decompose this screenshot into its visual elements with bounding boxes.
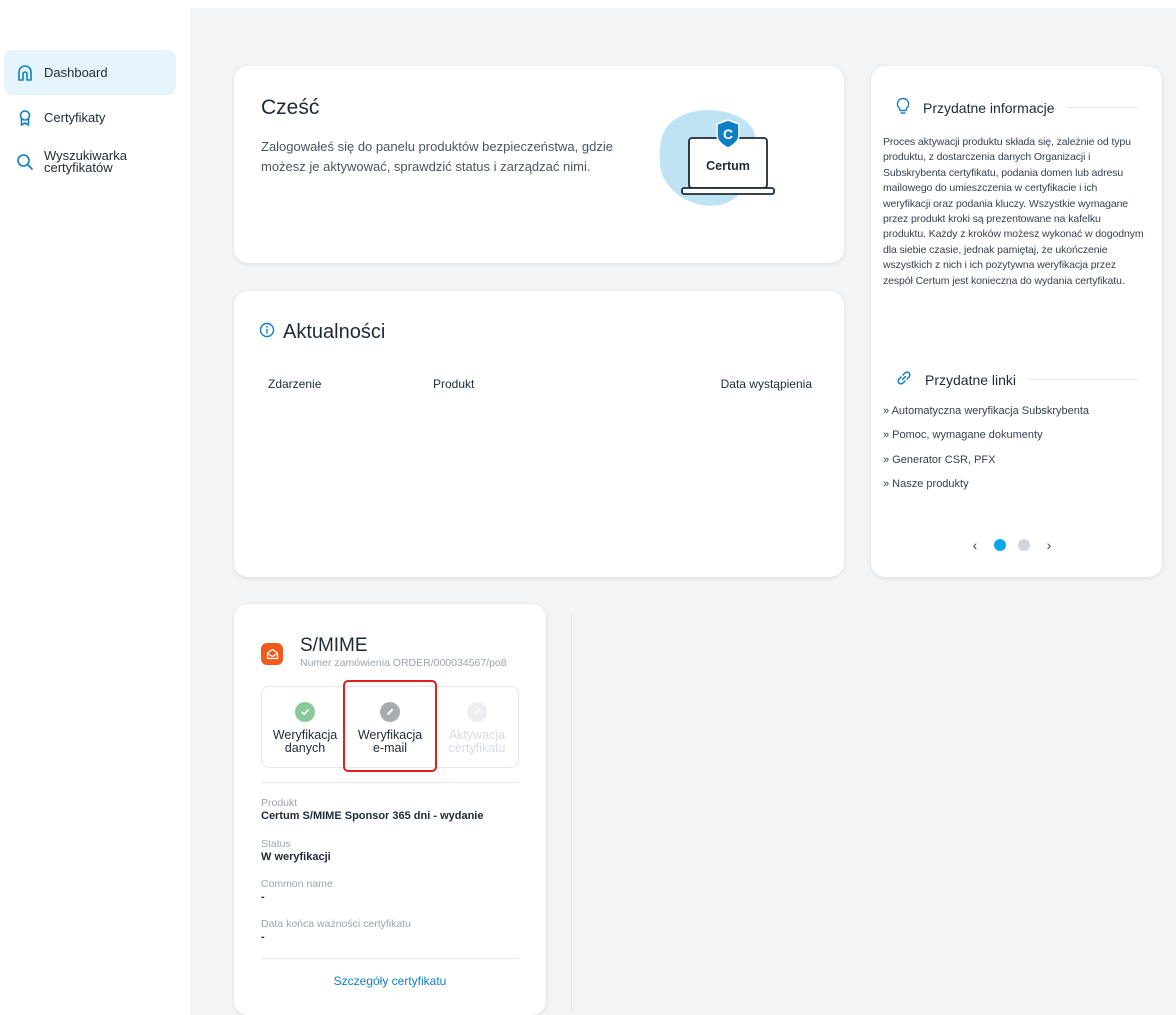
svg-text:C: C xyxy=(723,126,733,142)
expiry-date-value: - xyxy=(261,931,265,943)
useful-info-title: Przydatne informacje xyxy=(895,97,1138,118)
badge-icon xyxy=(16,109,34,127)
sidebar: Dashboard Certyfikaty Wyszukiwarka certy… xyxy=(0,8,190,1015)
sidebar-item-certificate-search[interactable]: Wyszukiwarka certyfikatów xyxy=(4,144,176,180)
welcome-text: Zalogowałeś się do panelu produktów bezp… xyxy=(261,139,613,174)
info-icon xyxy=(259,321,275,344)
step-label: Weryfikacja danych xyxy=(272,728,338,755)
top-bar xyxy=(0,0,1176,8)
sidebar-item-dashboard[interactable]: Dashboard xyxy=(4,50,176,95)
title-divider xyxy=(1028,379,1138,380)
info-carousel: ‹ › xyxy=(968,537,1056,553)
vertical-separator xyxy=(571,613,572,1013)
status-label: Status xyxy=(261,838,291,850)
link-icon xyxy=(895,369,913,390)
product-label: Produkt xyxy=(261,797,298,809)
pencil-icon xyxy=(467,702,487,722)
common-name-value: - xyxy=(261,891,265,903)
certificate-details-link[interactable]: Szczegóły certyfikatu xyxy=(234,974,546,988)
search-icon xyxy=(16,153,34,171)
check-icon xyxy=(295,702,315,722)
step-email-verification[interactable]: Weryfikacja e-mail xyxy=(343,680,437,772)
useful-links-title: Przydatne linki xyxy=(895,369,1138,390)
title-divider xyxy=(1066,107,1138,108)
link-csr-generator[interactable]: » Generator CSR, PFX xyxy=(883,454,996,466)
carousel-next-button[interactable]: › xyxy=(1042,537,1056,553)
certum-laptop-illustration: C Certum xyxy=(654,108,784,217)
status-value: W weryfikacji xyxy=(261,851,331,863)
order-number: Numer zamówienia ORDER/000034567/po8 xyxy=(300,657,507,669)
common-name-label: Common name xyxy=(261,878,333,890)
sidebar-item-label: Wyszukiwarka certyfikatów xyxy=(44,148,127,175)
main-content: Cześć Zalogowałeś się do panelu produktó… xyxy=(190,8,1176,1015)
smime-envelope-icon xyxy=(261,643,283,665)
link-subscriber-verification[interactable]: » Automatyczna weryfikacja Subskrybenta xyxy=(883,405,1089,417)
home-icon xyxy=(16,64,34,82)
smime-title: S/MIME xyxy=(300,635,368,656)
news-column-date: Data wystąpienia xyxy=(720,377,812,391)
lightbulb-icon xyxy=(895,97,911,118)
smime-product-card: S/MIME Numer zamówienia ORDER/000034567/… xyxy=(234,604,546,1015)
welcome-title: Cześć xyxy=(261,96,320,119)
sidebar-item-label: Certyfikaty xyxy=(44,110,106,125)
sidebar-item-certificates[interactable]: Certyfikaty xyxy=(4,102,176,134)
expiry-date-label: Data końca ważności certyfikatu xyxy=(261,918,411,930)
section-divider xyxy=(261,958,519,959)
news-column-event: Zdarzenie xyxy=(268,377,322,391)
carousel-dot-1[interactable] xyxy=(994,539,1006,551)
welcome-card: Cześć Zalogowałeś się do panelu produktó… xyxy=(234,66,844,263)
step-label: Weryfikacja e-mail xyxy=(357,728,423,755)
news-column-product: Produkt xyxy=(433,377,475,391)
product-value: Certum S/MIME Sponsor 365 dni - wydanie xyxy=(261,810,484,822)
certum-logo-text: Certum xyxy=(706,159,750,173)
step-data-verification[interactable]: Weryfikacja danych xyxy=(262,687,348,767)
link-help-documents[interactable]: » Pomoc, wymagane dokumenty xyxy=(883,429,1043,441)
step-certificate-activation: Aktywacja certyfikatu xyxy=(434,687,520,767)
news-card: Aktualności Zdarzenie Produkt Data wystą… xyxy=(234,291,844,577)
news-title: Aktualności xyxy=(259,321,385,344)
useful-info-text: Proces aktywacji produktu składa się, za… xyxy=(883,136,1144,287)
activation-steps: Weryfikacja danych Weryfikacja e-mail Akty… xyxy=(261,680,520,772)
step-label: Aktywacja certyfikatu xyxy=(448,728,506,755)
carousel-dot-2[interactable] xyxy=(1018,539,1030,551)
useful-info-card: Przydatne informacje Proces aktywacji pr… xyxy=(871,66,1162,577)
link-our-products[interactable]: » Nasze produkty xyxy=(883,478,969,490)
sidebar-item-label: Dashboard xyxy=(44,64,108,80)
section-divider xyxy=(261,782,519,783)
carousel-prev-button[interactable]: ‹ xyxy=(968,537,982,553)
pencil-icon xyxy=(380,702,400,722)
